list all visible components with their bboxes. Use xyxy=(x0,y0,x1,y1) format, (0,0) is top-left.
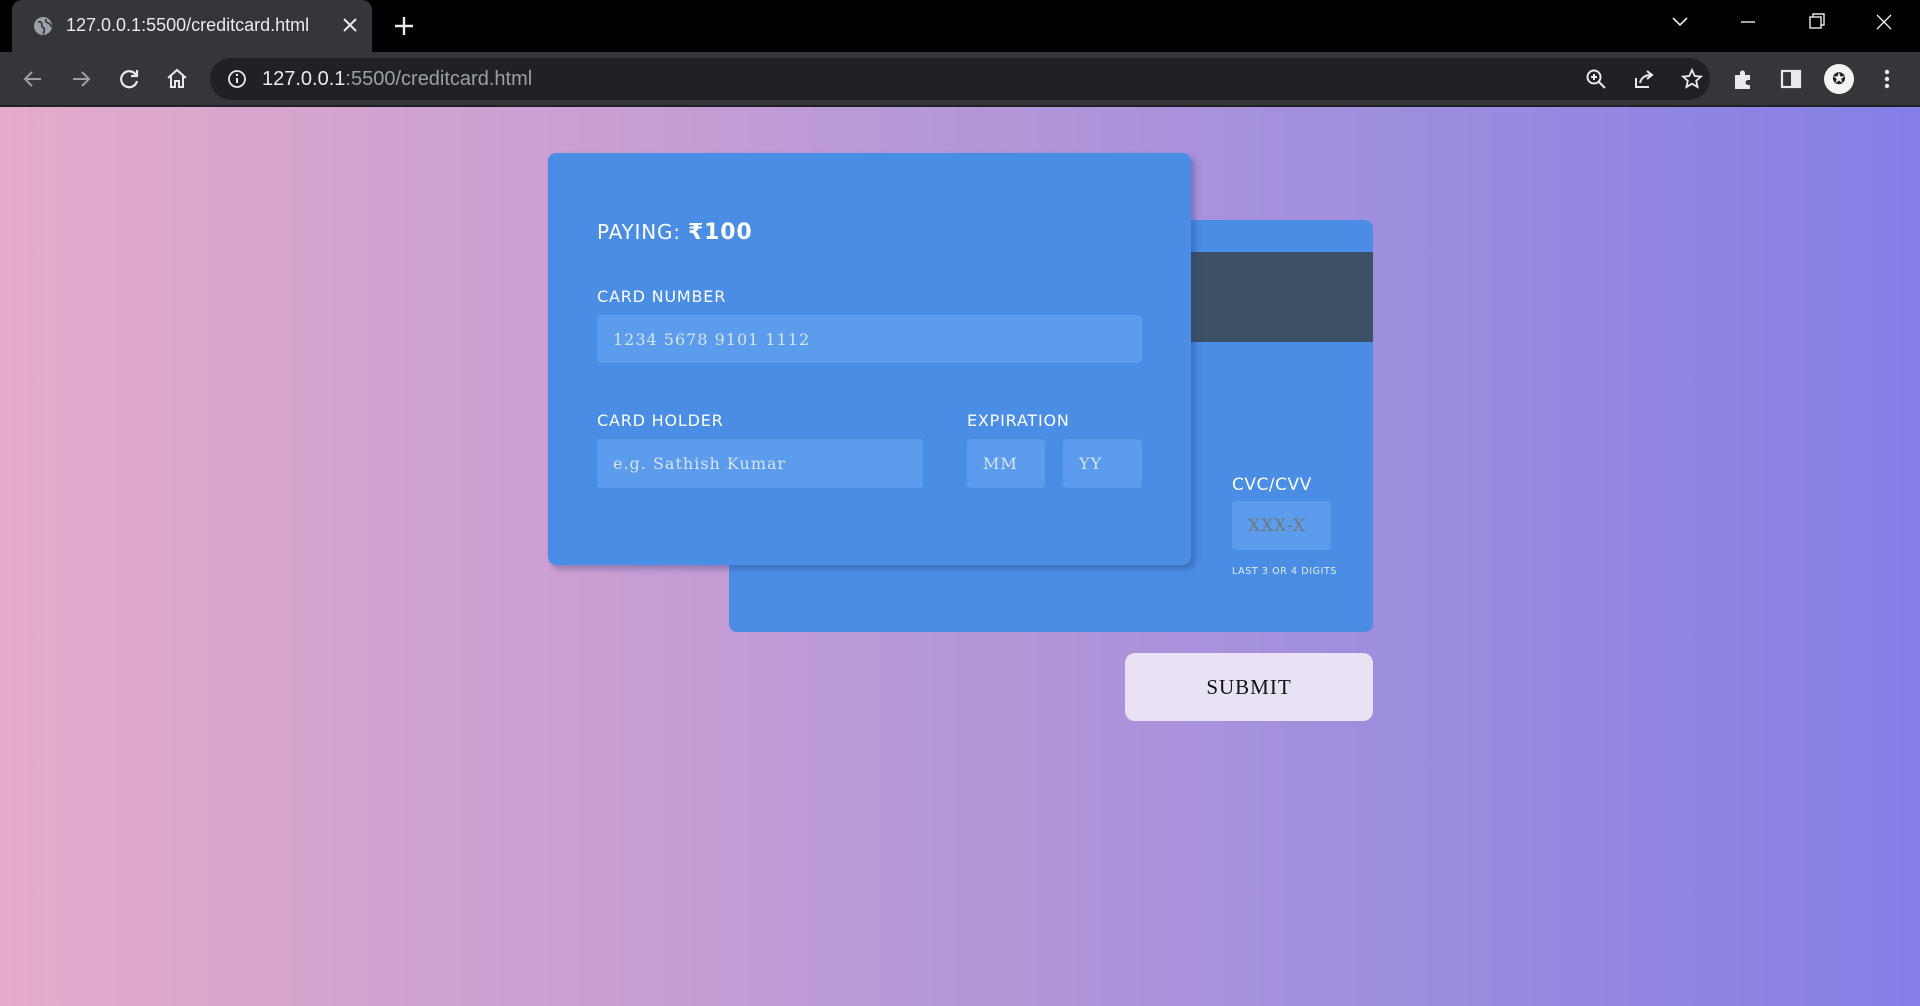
close-icon[interactable] xyxy=(338,13,362,37)
cvc-hint: LAST 3 OR 4 DIGITS xyxy=(1232,566,1338,577)
expiration-year-input[interactable] xyxy=(1063,439,1142,488)
globe-icon xyxy=(34,17,52,35)
puzzle-icon[interactable] xyxy=(1729,65,1757,93)
page-background: CVC/CVV LAST 3 OR 4 DIGITS PAYING: ₹100 … xyxy=(0,107,1920,1006)
chevron-down-icon[interactable] xyxy=(1662,8,1698,36)
card-number-label: CARD NUMBER xyxy=(597,287,727,306)
paying-label: PAYING: xyxy=(597,220,681,244)
share-icon[interactable] xyxy=(1632,67,1656,91)
card-holder-input[interactable] xyxy=(597,439,923,488)
avatar[interactable]: ✪ xyxy=(1824,64,1854,94)
zoom-icon[interactable] xyxy=(1584,67,1608,91)
star-icon[interactable] xyxy=(1680,67,1704,91)
paying-amount: ₹100 xyxy=(688,220,753,245)
address-bar[interactable]: 127.0.0.1:5500/creditcard.html xyxy=(210,58,1710,100)
cvc-input[interactable] xyxy=(1232,501,1331,550)
expiration-month-input[interactable] xyxy=(967,439,1045,488)
browser-toolbar: 127.0.0.1:5500/creditcard.html ✪ xyxy=(0,52,1920,106)
expiration-label: EXPIRATION xyxy=(967,411,1070,430)
close-window-icon[interactable] xyxy=(1866,8,1902,36)
card-holder-label: CARD HOLDER xyxy=(597,411,724,430)
card-number-input[interactable] xyxy=(597,315,1142,363)
url-path: :5500/creditcard.html xyxy=(345,68,533,90)
browser-tab[interactable]: 127.0.0.1:5500/creditcard.html xyxy=(12,0,372,52)
arrow-left-icon[interactable] xyxy=(19,65,47,93)
home-icon[interactable] xyxy=(163,65,191,93)
card-front: PAYING: ₹100 CARD NUMBER CARD HOLDER EXP… xyxy=(548,153,1191,565)
side-panel-icon[interactable] xyxy=(1777,65,1805,93)
kebab-menu-icon[interactable] xyxy=(1873,65,1901,93)
reload-icon[interactable] xyxy=(115,65,143,93)
tab-title: 127.0.0.1:5500/creditcard.html xyxy=(66,15,310,35)
arrow-right-icon[interactable] xyxy=(67,65,95,93)
paying-line: PAYING: ₹100 xyxy=(597,220,752,245)
plus-icon[interactable] xyxy=(390,12,418,40)
restore-icon[interactable] xyxy=(1798,8,1834,36)
minimize-icon[interactable] xyxy=(1730,8,1766,36)
browser-titlebar: 127.0.0.1:5500/creditcard.html xyxy=(0,0,1920,52)
url-host: 127.0.0.1 xyxy=(262,68,346,90)
url-text[interactable]: 127.0.0.1:5500/creditcard.html xyxy=(262,68,532,91)
cvc-label: CVC/CVV xyxy=(1232,475,1312,495)
info-icon[interactable] xyxy=(226,68,248,90)
submit-button[interactable]: SUBMIT xyxy=(1125,653,1373,721)
